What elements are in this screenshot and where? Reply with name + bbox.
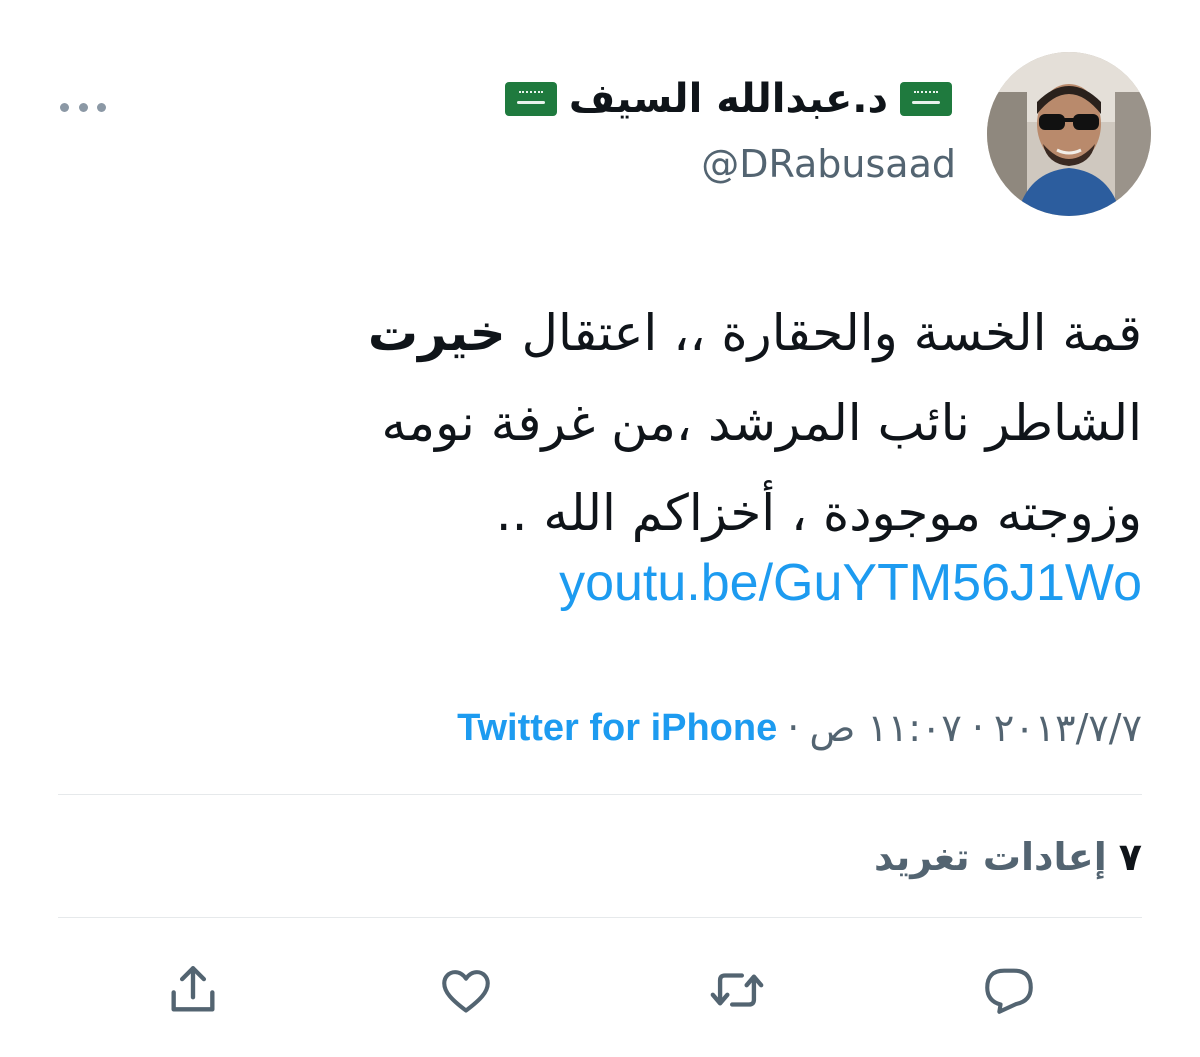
tweet-line-1: قمة الخسة والحقارة ،، اعتقال خيرت <box>142 288 1142 378</box>
tweet-detail: د.عبدالله السيف @DRabusaad قمة الخسة وال… <box>0 0 1200 1057</box>
share-button[interactable] <box>161 958 225 1022</box>
meta-separator: · <box>787 706 800 750</box>
author-name-text: د.عبدالله السيف <box>568 76 888 122</box>
tweet-actions <box>0 950 1200 1020</box>
meta-separator: · <box>971 706 984 750</box>
saudi-flag-icon <box>900 82 952 116</box>
tweet-line-1-text: قمة الخسة والحقارة ،، اعتقال <box>521 304 1142 362</box>
divider <box>58 917 1142 918</box>
tweet-time: ١١:٠٧ ص <box>809 706 962 750</box>
tweet-link[interactable]: youtu.be/GuYTM56J1Wo <box>559 548 1142 618</box>
tweet-source[interactable]: Twitter for iPhone <box>457 702 777 754</box>
retweet-icon <box>710 973 764 1007</box>
author-display-name[interactable]: د.عبدالله السيف <box>504 74 952 124</box>
retweets-stat[interactable]: ٧ إعادات تغريد <box>874 832 1142 882</box>
retweet-button[interactable] <box>705 958 769 1022</box>
saudi-flag-icon <box>504 82 557 116</box>
share-icon <box>171 966 215 1012</box>
like-button[interactable] <box>434 958 498 1022</box>
reply-icon <box>985 968 1033 1014</box>
heart-icon <box>442 970 490 1013</box>
tweet-line-2: الشاطر نائب المرشد ،من غرفة نومه <box>381 394 1143 452</box>
tweet-text: قمة الخسة والحقارة ،، اعتقال خيرت الشاطر… <box>142 288 1142 558</box>
tweet-line-3: وزوجته موجودة ، أخزاكم الله .. <box>495 484 1142 542</box>
retweets-count: ٧ <box>1118 835 1142 879</box>
author-handle[interactable]: @DRabusaad <box>701 141 956 187</box>
more-icon[interactable] <box>60 92 106 122</box>
tweet-date: ٢٠١٣/٧/٧ <box>993 706 1142 750</box>
avatar-photo <box>987 52 1151 216</box>
reply-button[interactable] <box>977 958 1041 1022</box>
retweets-label: إعادات تغريد <box>874 835 1107 879</box>
divider <box>58 794 1142 795</box>
tweet-line-1-bold: خيرت <box>367 304 506 362</box>
avatar[interactable] <box>987 52 1151 216</box>
tweet-metadata: ٢٠١٣/٧/٧ · ١١:٠٧ ص · Twitter for iPhone <box>457 702 1142 754</box>
